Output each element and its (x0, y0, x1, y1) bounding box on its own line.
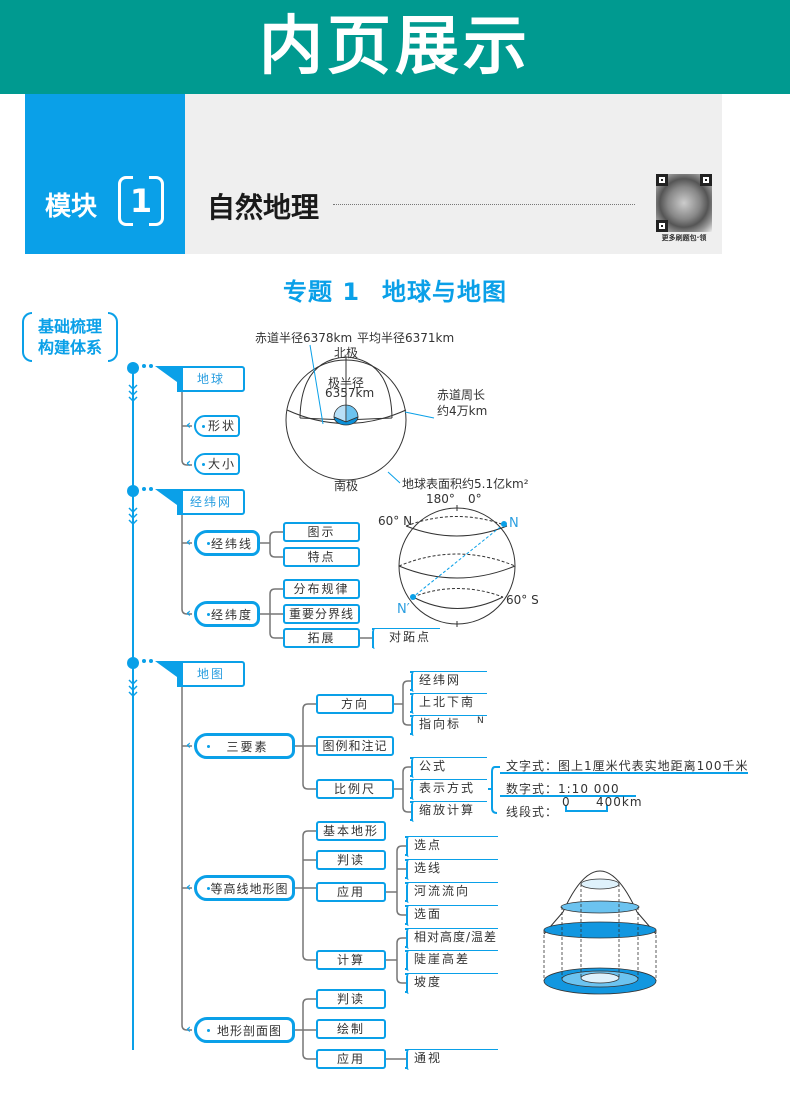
equator-circ-line2: 约4万km (437, 404, 488, 418)
node-legend-notes[interactable]: 图例和注记 (316, 736, 394, 756)
branch-caret-icon: ‹ (186, 1022, 191, 1036)
node-lat-lon-degrees[interactable]: 经纬度 (194, 601, 260, 627)
node-contour-application[interactable]: 应用 (316, 882, 386, 902)
node-size[interactable]: 大小 (194, 453, 240, 475)
node-size-label: 大小 (207, 457, 236, 471)
node-three-elements[interactable]: 三要素 (194, 733, 295, 759)
node-terrain-profile-label: 地形剖面图 (216, 1024, 282, 1038)
mind-map-connectors (127, 344, 748, 1069)
lon-180-label: 180° (426, 492, 455, 506)
branch-caret-icon: ‹ (186, 456, 191, 470)
scale-forms-brace (491, 766, 500, 814)
surface-area-label: 地球表面积约5.1亿km² (402, 477, 529, 491)
node-three-elements-label: 三要素 (226, 740, 269, 754)
node-scale-calc[interactable]: 缩放计算 (411, 802, 487, 822)
south-pole-label: 南极 (334, 479, 359, 493)
node-dir-north-arrow-label: 指向标 (419, 717, 462, 731)
node-diagram[interactable]: 图示 (283, 522, 360, 542)
node-contour-calculation[interactable]: 计算 (316, 950, 386, 970)
node-antipode[interactable]: 对跖点 (372, 629, 440, 649)
scale-text-form: 文字式：图上1厘米代表实地距离100千米 (506, 759, 749, 773)
equator-circ-line1: 赤道周长 (437, 388, 486, 402)
mean-radius-label: 平均半径6371km (357, 331, 455, 345)
node-contour-map-label: 等高线地形图 (210, 882, 289, 896)
node-profile-application[interactable]: 应用 (316, 1049, 386, 1069)
bullet-icon (207, 887, 210, 890)
node-scale-formula[interactable]: 公式 (411, 758, 487, 778)
node-distribution[interactable]: 分布规律 (283, 579, 360, 599)
lat-60n-label: 60° N (378, 514, 413, 528)
node-graticule[interactable]: 经纬网 (155, 489, 245, 515)
node-features[interactable]: 特点 (283, 547, 360, 567)
lat-60s-label: 60° S (506, 593, 539, 607)
scale-line-form-label: 线段式： (506, 805, 559, 819)
north-pole-label: 北极 (334, 346, 359, 360)
node-dir-graticule[interactable]: 经纬网 (411, 672, 487, 692)
node-route-selection[interactable]: 选线 (406, 860, 498, 880)
node-line-of-sight[interactable]: 通视 (406, 1050, 498, 1070)
node-slope[interactable]: 坡度 (406, 974, 498, 994)
bullet-icon (207, 613, 210, 616)
node-relative-height[interactable]: 相对高度/温差 (406, 929, 498, 949)
point-n-prime-label: N′ (397, 602, 410, 617)
node-cliff-height[interactable]: 陡崖高差 (406, 951, 498, 971)
branch-caret-icon: ‹ (186, 880, 191, 894)
node-map[interactable]: 地图 (155, 661, 245, 687)
lon-0-label: 0° (468, 492, 482, 506)
north-arrow-letter: N (477, 716, 484, 726)
globe-diagram (398, 505, 516, 627)
branch-caret-icon: ‹ (186, 535, 191, 549)
scale-line-start: 0 (562, 795, 571, 809)
node-river-flow[interactable]: 河流流向 (406, 883, 498, 903)
node-profile-reading[interactable]: 判读 (316, 989, 386, 1009)
node-contour-reading[interactable]: 判读 (316, 850, 386, 870)
node-site-selection[interactable]: 选点 (406, 837, 498, 857)
node-direction[interactable]: 方向 (316, 694, 394, 714)
bullet-icon (207, 1029, 210, 1032)
node-contour-map[interactable]: 等高线地形图 (194, 875, 295, 901)
node-earth[interactable]: 地球 (155, 366, 245, 392)
bullet-icon (207, 542, 210, 545)
node-basic-landforms[interactable]: 基本地形 (316, 821, 386, 841)
branch-caret-icon: ‹ (186, 418, 191, 432)
node-key-boundaries[interactable]: 重要分界线 (283, 604, 360, 624)
node-extension[interactable]: 拓展 (283, 628, 360, 648)
earth-core-icon (333, 404, 359, 426)
bullet-icon (207, 745, 210, 748)
node-profile-drawing[interactable]: 绘制 (316, 1019, 386, 1039)
bullet-icon (202, 463, 205, 466)
node-terrain-profile[interactable]: 地形剖面图 (194, 1017, 295, 1043)
branch-caret-icon: ‹ (186, 738, 191, 752)
polar-radius-value: 6357km (325, 386, 375, 400)
node-area-selection[interactable]: 选面 (406, 906, 498, 926)
contour-cone-diagram (543, 870, 657, 995)
node-shape[interactable]: 形状 (194, 415, 240, 437)
node-shape-label: 形状 (207, 419, 236, 433)
node-dir-north-arrow[interactable]: 指向标 (411, 716, 487, 736)
bullet-icon (202, 425, 205, 428)
point-n-label: N (509, 516, 519, 531)
node-lat-lon-lines[interactable]: 经纬线 (194, 530, 260, 556)
scale-line-end: 400km (596, 795, 643, 809)
node-dir-north-up[interactable]: 上北下南 (411, 694, 487, 714)
node-scale-forms[interactable]: 表示方式 (411, 780, 487, 800)
branch-caret-icon: ‹ (186, 606, 191, 620)
node-scale[interactable]: 比例尺 (316, 779, 394, 799)
